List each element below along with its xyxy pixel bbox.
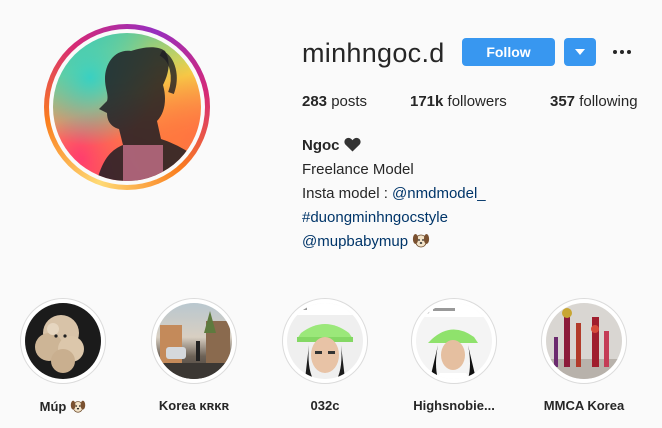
more-options-button[interactable] bbox=[610, 38, 634, 66]
posts-count: 283 bbox=[302, 93, 328, 110]
profile-avatar[interactable] bbox=[44, 24, 210, 190]
highlight-image bbox=[416, 303, 492, 379]
highlight-label: 032c bbox=[310, 398, 340, 413]
suggestions-dropdown-button[interactable] bbox=[564, 38, 596, 66]
highlight-ring bbox=[151, 298, 237, 384]
profile-stats: 283 posts 171k followers 357 following bbox=[302, 93, 638, 110]
more-options-icon bbox=[620, 50, 624, 54]
highlight-ring bbox=[20, 298, 106, 384]
highlight-label: Highsnobie... bbox=[413, 398, 495, 413]
highlight-label-text: Múp bbox=[39, 399, 67, 414]
highlight-cover-mup bbox=[25, 303, 101, 379]
following-label: following bbox=[575, 93, 638, 110]
bio-name-line: Ngoc bbox=[302, 134, 486, 158]
bio-line-mention: @mupbabymup bbox=[302, 230, 486, 254]
mention-link-mupbabymup[interactable]: @mupbabymup bbox=[302, 233, 408, 250]
highlight-image bbox=[35, 315, 84, 373]
highlight-image bbox=[156, 311, 232, 379]
chevron-down-icon bbox=[575, 49, 585, 55]
dog-emoji-icon bbox=[71, 400, 86, 413]
highlight-ring bbox=[541, 298, 627, 384]
following-count: 357 bbox=[550, 93, 576, 110]
highlight-korea[interactable]: Korea ᴋʀᴋʀ bbox=[129, 298, 259, 413]
avatar-silhouette bbox=[97, 47, 201, 181]
avatar-gap bbox=[49, 29, 205, 185]
highlight-image bbox=[287, 303, 363, 379]
highlight-cover-highsnobiety bbox=[416, 303, 492, 379]
bio-line-hashtag: #duongminhngocstyle bbox=[302, 206, 486, 230]
highlight-mmca-korea[interactable]: MMCA Korea bbox=[519, 298, 649, 413]
highlight-ring bbox=[411, 298, 497, 384]
dog-emoji-icon bbox=[413, 234, 430, 248]
profile-bio: Ngoc Freelance Model Insta model : @nmdm… bbox=[302, 134, 486, 254]
mention-link-nmdmodel[interactable]: @nmdmodel_ bbox=[392, 185, 486, 202]
more-options-icon bbox=[613, 50, 617, 54]
highlight-label: MMCA Korea bbox=[543, 398, 625, 413]
black-heart-icon bbox=[343, 137, 361, 152]
bio-line-model: Insta model : @nmdmodel_ bbox=[302, 182, 486, 206]
highlight-mup[interactable]: Múp bbox=[0, 298, 128, 414]
highlight-label: Korea ᴋʀᴋʀ bbox=[158, 398, 230, 413]
bio-model-prefix: Insta model : bbox=[302, 185, 393, 202]
hashtag-link[interactable]: #duongminhngocstyle bbox=[302, 209, 448, 226]
followers-stat[interactable]: 171k followers bbox=[410, 93, 550, 110]
highlight-cover-032c bbox=[287, 303, 363, 379]
highlight-cover-mmca bbox=[546, 303, 622, 379]
following-stat[interactable]: 357 following bbox=[550, 93, 638, 110]
profile-username: minhngoc.d bbox=[302, 38, 445, 68]
highlight-ring bbox=[282, 298, 368, 384]
story-highlights: Múp Korea ᴋʀᴋʀ 032c Highsnobie... MMCA K… bbox=[0, 298, 662, 428]
posts-stat: 283 posts bbox=[302, 93, 410, 110]
profile-full-name: Ngoc bbox=[302, 137, 340, 154]
followers-count: 171k bbox=[410, 93, 444, 110]
followers-label: followers bbox=[443, 93, 507, 110]
follow-button[interactable]: Follow bbox=[462, 38, 555, 66]
highlight-highsnobiety[interactable]: Highsnobie... bbox=[389, 298, 519, 413]
highlight-image bbox=[546, 308, 622, 379]
posts-label: posts bbox=[327, 93, 368, 110]
highlight-label: Múp bbox=[0, 398, 128, 414]
highlight-cover-korea bbox=[156, 303, 232, 379]
highlight-032c[interactable]: 032c bbox=[260, 298, 390, 413]
bio-line-occupation: Freelance Model bbox=[302, 161, 414, 178]
more-options-icon bbox=[627, 50, 631, 54]
avatar-image bbox=[53, 33, 201, 181]
